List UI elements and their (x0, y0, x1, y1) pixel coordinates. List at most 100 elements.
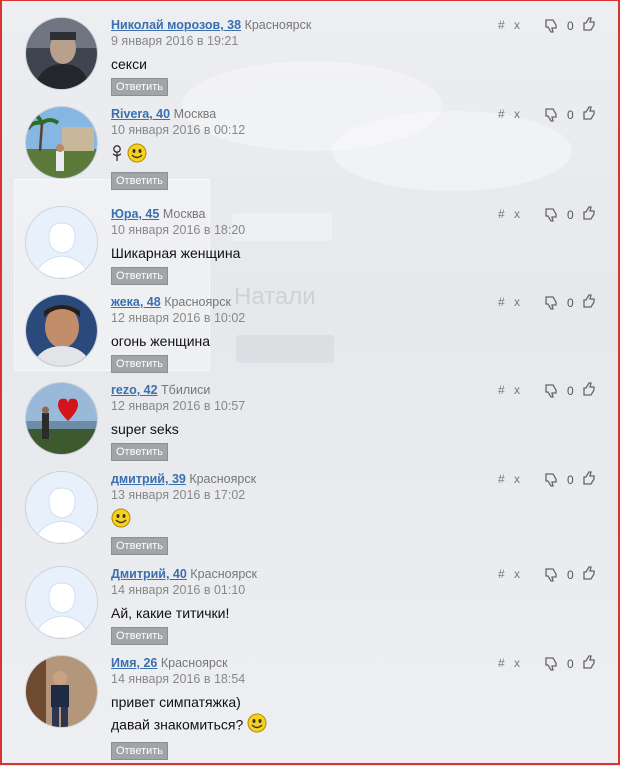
comment-actions: # x 0 (498, 470, 606, 491)
comments-panel: Натали Николай морозов, 38 Красноярск 9 … (0, 0, 620, 765)
comment-date: 14 января 2016 в 18:54 (111, 672, 246, 686)
comment-item: Дмитрий, 40 Красноярск 14 января 2016 в … (26, 565, 606, 657)
comment-text: Ай, какие титички! (111, 605, 230, 621)
permalink-icon[interactable]: # (498, 656, 505, 670)
reply-button[interactable]: Ответить (111, 355, 169, 373)
thumbs-down-icon[interactable] (544, 383, 560, 402)
vote-count: 0 (567, 208, 574, 222)
delete-icon[interactable]: x (514, 383, 520, 397)
avatar[interactable] (26, 383, 97, 454)
thumbs-down-icon[interactable] (544, 18, 560, 37)
thumbs-up-icon[interactable] (582, 470, 598, 489)
username-link[interactable]: жека, 48 (111, 295, 161, 309)
thumbs-up-icon[interactable] (582, 205, 598, 224)
username-link[interactable]: Rivera, 40 (111, 107, 170, 121)
thumbs-up-icon[interactable] (582, 105, 598, 124)
delete-icon[interactable]: x (514, 18, 520, 32)
comment-item: Имя, 26 Красноярск 14 января 2016 в 18:5… (26, 654, 606, 761)
username-link[interactable]: дмитрий, 39 (111, 472, 186, 486)
vote-count: 0 (567, 657, 574, 671)
reply-button[interactable]: Ответить (111, 172, 169, 190)
avatar[interactable] (26, 656, 97, 727)
comment-text: Шикарная женщина (111, 245, 241, 261)
user-city: Красноярск (190, 567, 258, 581)
comment-item: rezo, 42 Тбилиси 12 января 2016 в 10:57 … (26, 381, 606, 473)
thumbs-down-icon[interactable] (544, 472, 560, 491)
comment-actions: # x 0 (498, 293, 606, 314)
user-city: Тбилиси (161, 383, 211, 397)
permalink-icon[interactable]: # (498, 567, 505, 581)
permalink-icon[interactable]: # (498, 383, 505, 397)
avatar[interactable] (26, 18, 97, 89)
reply-button[interactable]: Ответить (111, 742, 169, 760)
comment-actions: # x 0 (498, 381, 606, 402)
comment-text: привет симпатяжка) давай знакомиться? (111, 692, 491, 739)
reply-button[interactable]: Ответить (111, 267, 169, 285)
comment-item: Николай морозов, 38 Красноярск 9 января … (26, 16, 606, 108)
delete-icon[interactable]: x (514, 472, 520, 486)
vote-count: 0 (567, 19, 574, 33)
comment-actions: # x 0 (498, 565, 606, 586)
thumbs-up-icon[interactable] (582, 654, 598, 673)
comment-date: 12 января 2016 в 10:02 (111, 311, 246, 325)
permalink-icon[interactable]: # (498, 207, 505, 221)
comment-date: 12 января 2016 в 10:57 (111, 399, 246, 413)
permalink-icon[interactable]: # (498, 295, 505, 309)
delete-icon[interactable]: x (514, 567, 520, 581)
thumbs-down-icon[interactable] (544, 207, 560, 226)
vote-count: 0 (567, 296, 574, 310)
avatar[interactable] (26, 472, 97, 543)
avatar[interactable] (26, 107, 97, 178)
delete-icon[interactable]: x (514, 207, 520, 221)
smiley-icon (111, 508, 131, 534)
username-link[interactable]: rezo, 42 (111, 383, 158, 397)
avatar[interactable] (26, 295, 97, 366)
username-link[interactable]: Дмитрий, 40 (111, 567, 187, 581)
comment-text: секси (111, 56, 147, 72)
thumbs-up-icon[interactable] (582, 293, 598, 312)
comment-actions: # x 0 (498, 105, 606, 126)
comment-date: 9 января 2016 в 19:21 (111, 34, 239, 48)
thumbs-up-icon[interactable] (582, 16, 598, 35)
smiley-icon (127, 143, 147, 169)
user-city: Красноярск (244, 18, 312, 32)
thumbs-down-icon[interactable] (544, 656, 560, 675)
user-city: Красноярск (160, 656, 228, 670)
delete-icon[interactable]: x (514, 656, 520, 670)
thumbs-down-icon[interactable] (544, 107, 560, 126)
permalink-icon[interactable]: # (498, 107, 505, 121)
permalink-icon[interactable]: # (498, 472, 505, 486)
comment-actions: # x 0 (498, 654, 606, 675)
user-city: Красноярск (164, 295, 231, 309)
comment-date: 13 января 2016 в 17:02 (111, 488, 246, 502)
user-city: Москва (173, 107, 217, 121)
reply-button[interactable]: Ответить (111, 627, 169, 645)
thumbs-down-icon[interactable] (544, 567, 560, 586)
username-link[interactable]: Имя, 26 (111, 656, 157, 670)
delete-icon[interactable]: x (514, 107, 520, 121)
avatar[interactable] (26, 567, 97, 638)
reply-button[interactable]: Ответить (111, 78, 169, 96)
avatar[interactable] (26, 207, 97, 278)
comment-line: давай знакомиться? (111, 716, 244, 733)
thumbs-up-icon[interactable] (582, 565, 598, 584)
comment-text: super seks (111, 421, 179, 437)
username-link[interactable]: Николай морозов, 38 (111, 18, 241, 32)
reply-button[interactable]: Ответить (111, 537, 169, 555)
permalink-icon[interactable]: # (498, 18, 505, 32)
username-link[interactable]: Юра, 45 (111, 207, 159, 221)
comment-item: дмитрий, 39 Красноярск 13 января 2016 в … (26, 470, 606, 562)
comment-item: жека, 48 Красноярск 12 января 2016 в 10:… (26, 293, 606, 385)
comment-text (111, 508, 491, 534)
flower-icon (111, 144, 123, 168)
comment-text: огонь женщина (111, 333, 211, 349)
thumbs-up-icon[interactable] (582, 381, 598, 400)
thumbs-down-icon[interactable] (544, 295, 560, 314)
comment-date: 10 января 2016 в 18:20 (111, 223, 246, 237)
comment-date: 14 января 2016 в 01:10 (111, 583, 246, 597)
comment-line: привет симпатяжка) (111, 694, 241, 710)
reply-button[interactable]: Ответить (111, 443, 169, 461)
delete-icon[interactable]: x (514, 295, 520, 309)
comment-actions: # x 0 (498, 205, 606, 226)
smiley-icon (247, 713, 267, 739)
